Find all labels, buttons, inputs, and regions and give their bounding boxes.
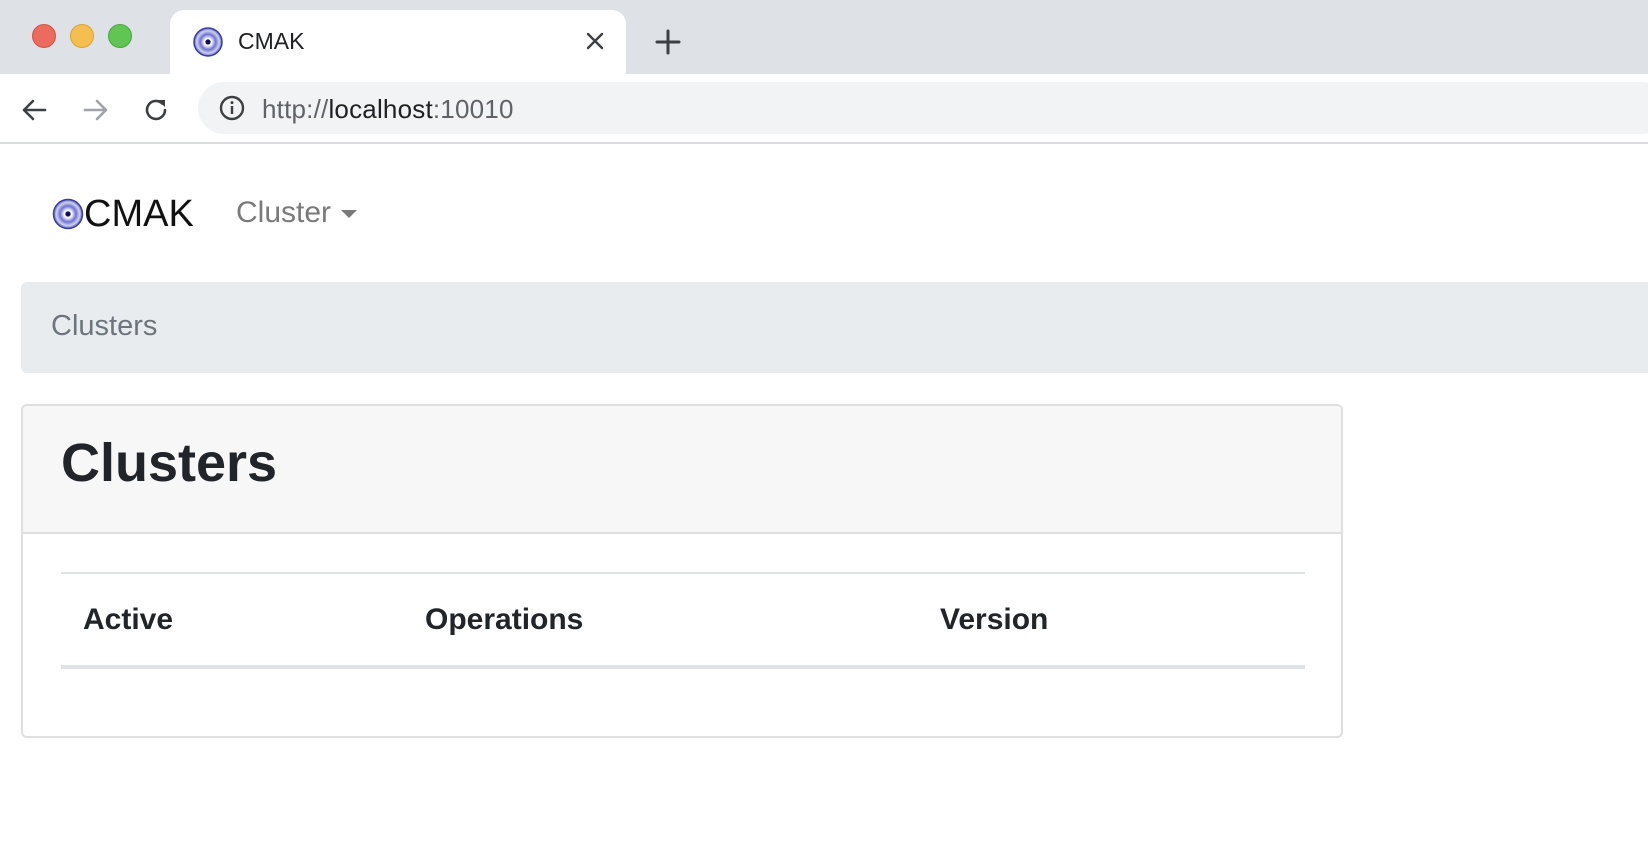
window-minimize-button[interactable]: [70, 24, 94, 48]
url-host: localhost: [328, 94, 433, 124]
browser-tab-active[interactable]: CMAK: [170, 10, 626, 74]
cluster-dropdown[interactable]: Cluster: [236, 196, 358, 230]
window-zoom-button[interactable]: [108, 24, 132, 48]
reload-icon[interactable]: [136, 90, 176, 130]
app-navbar: CMAK Cluster: [0, 146, 1648, 282]
clusters-table-wrapper: Active Operations Version: [61, 572, 1305, 669]
column-header-operations: Operations: [425, 602, 584, 636]
column-header-version: Version: [940, 602, 1049, 636]
info-icon[interactable]: [218, 94, 246, 122]
brand-name: CMAK: [84, 193, 194, 235]
card-header: Clusters: [23, 406, 1341, 534]
window-close-button[interactable]: [32, 24, 56, 48]
breadcrumb: Clusters: [21, 282, 1648, 373]
table-header-row: Active Operations Version: [61, 573, 1305, 667]
column-header-active: Active: [83, 602, 174, 636]
clusters-card: Clusters Active Operations Version: [21, 404, 1343, 738]
cmak-logo-icon: [192, 26, 224, 58]
arrow-left-icon[interactable]: [14, 90, 54, 130]
arrow-right-icon[interactable]: [76, 90, 116, 130]
table-header: Active Operations Version: [61, 573, 1305, 667]
cmak-logo-icon: [52, 198, 84, 230]
caret-down-icon: [341, 210, 358, 218]
browser-toolbar: http://localhost:10010: [0, 74, 1648, 144]
url-text: http://localhost:10010: [262, 94, 514, 125]
page-title: Clusters: [61, 433, 278, 493]
address-bar[interactable]: http://localhost:10010: [198, 82, 1648, 134]
breadcrumb-item-clusters: Clusters: [51, 310, 158, 342]
plus-icon[interactable]: [648, 24, 688, 60]
browser-tab-strip: CMAK: [0, 0, 1648, 74]
tab-title: CMAK: [238, 28, 305, 54]
url-port: :10010: [432, 94, 514, 124]
clusters-table: Active Operations Version: [61, 572, 1305, 669]
brand-link[interactable]: CMAK: [52, 192, 194, 236]
url-scheme: http://: [262, 94, 329, 124]
close-icon[interactable]: [580, 26, 610, 56]
cluster-dropdown-label: Cluster: [236, 196, 332, 229]
